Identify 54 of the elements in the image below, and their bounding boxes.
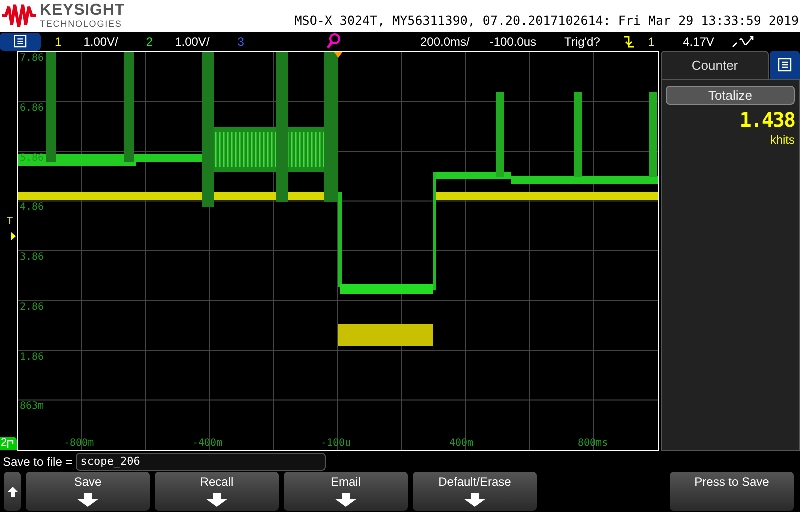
y-axis-label: 863m <box>20 402 44 412</box>
x-axis-label: -800m <box>64 439 94 449</box>
y-axis-label: 7.86 <box>20 54 44 64</box>
panel-menu-button[interactable] <box>770 51 800 79</box>
softkey-button[interactable]: Recall <box>155 472 279 511</box>
delay[interactable]: -100.0us <box>490 32 537 50</box>
counter-unit: khits <box>770 134 795 146</box>
x-axis-label: -100u <box>321 439 352 449</box>
channel-number[interactable]: 2 <box>146 32 154 50</box>
channel-number[interactable]: 3 <box>238 32 244 50</box>
instrument-info: MSO-X 3024T, MY56311390, 07.20.2017102614: Fri Mar 29 13:33:59 2019 <box>294 12 799 30</box>
x-axis-label: -400m <box>192 439 223 449</box>
down-arrow-icon <box>335 493 357 507</box>
y-axis-label: 1.86 <box>20 352 44 362</box>
softkey-button[interactable]: Press to Save <box>670 472 794 511</box>
main-menu-button[interactable] <box>0 32 41 50</box>
brand-name: KEYSIGHT <box>40 3 125 19</box>
timebase[interactable]: 200.0ms/ <box>420 32 470 50</box>
x-axis-label: 800ms <box>578 439 608 449</box>
softkey-button[interactable]: Email <box>284 472 408 511</box>
trigger-status: Trig'd? <box>564 34 600 50</box>
search-icon[interactable] <box>326 33 342 50</box>
wave-logo-icon <box>2 3 36 29</box>
y-axis-label: 3.86 <box>20 253 44 263</box>
x-axis-label: 400m <box>450 439 474 449</box>
wave-shape-icon <box>732 34 754 48</box>
falling-edge-icon <box>624 36 634 48</box>
up-arrow-icon <box>8 486 18 496</box>
softkey-button[interactable]: Default/Erase <box>413 472 537 511</box>
trigger-position-marker-icon <box>334 52 343 58</box>
back-up-button[interactable] <box>4 472 21 511</box>
brand-subtitle: TECHNOLOGIES <box>40 20 124 29</box>
y-axis-label: 5.86 <box>20 154 44 164</box>
counter-value: 1.438 <box>740 110 795 130</box>
channel-scale[interactable]: 1.00V/ <box>175 32 210 50</box>
softkey-button[interactable]: Save <box>26 472 150 511</box>
totalize-button[interactable]: Totalize <box>666 86 795 105</box>
menu-icon <box>778 58 792 72</box>
channel-scale[interactable]: 1.00V/ <box>84 32 118 50</box>
down-arrow-icon <box>464 493 486 507</box>
down-arrow-icon <box>77 493 99 507</box>
channel-badge: 2 <box>0 437 17 450</box>
trigger-marker: T <box>7 217 14 227</box>
y-axis-label: 2.86 <box>20 302 44 313</box>
y-axis-label: 4.86 <box>20 203 44 214</box>
down-arrow-icon <box>206 493 228 507</box>
trigger-level[interactable]: 4.17V <box>683 32 714 50</box>
counter-tab[interactable]: Counter <box>661 51 769 79</box>
menu-icon <box>14 35 27 48</box>
channel-number[interactable]: 1 <box>55 32 62 50</box>
save-to-file-label: Save to file = <box>3 454 73 470</box>
y-axis-label: 6.86 <box>20 104 44 114</box>
file-name-field[interactable]: scope_206 <box>76 452 326 470</box>
trigger-source[interactable]: 1 <box>648 32 656 50</box>
